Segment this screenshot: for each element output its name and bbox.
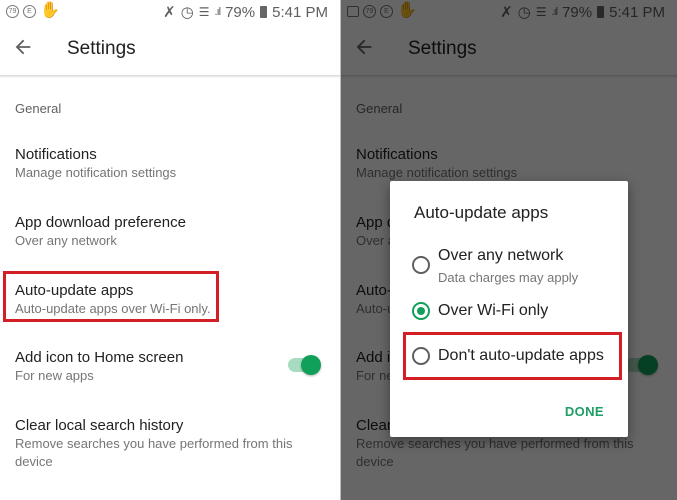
setting-clear-search-history[interactable]: Clear local search history Remove search… [15, 416, 300, 471]
add-icon-toggle[interactable] [288, 355, 321, 375]
alarm-icon: ◷ [180, 4, 194, 21]
option-label[interactable]: Over any network [438, 247, 563, 265]
mute-icon: ✗ [163, 4, 176, 21]
battery-icon [260, 6, 268, 18]
clock: 5:41 PM [272, 3, 328, 21]
setting-subtitle: For new apps [15, 368, 94, 383]
app-bar: Settings [0, 24, 340, 76]
option-sublabel: Data charges may apply [438, 270, 579, 285]
setting-subtitle: Over any network [15, 233, 117, 248]
settings-screen: 79 E ✋ ✗ ◷ ☰ .ıl 79% 5:41 PM Settings Ge… [0, 0, 340, 500]
setting-subtitle: Manage notification settings [15, 165, 177, 180]
radio-over-any-network[interactable] [412, 256, 430, 274]
highlight-dont-auto-update [403, 332, 622, 380]
setting-title: Notifications [15, 146, 97, 163]
dialog-title: Auto-update apps [414, 203, 549, 222]
back-arrow-icon[interactable] [12, 36, 34, 58]
highlight-auto-update [3, 271, 219, 322]
notification-e-icon: E [23, 4, 36, 18]
setting-title: Add icon to Home screen [15, 349, 184, 366]
setting-app-download-preference[interactable]: App download preference Over any network [15, 213, 325, 250]
notification-badge-icon: 79 [6, 4, 19, 18]
setting-title: Clear local search history [15, 417, 184, 434]
section-header-general: General [15, 101, 62, 116]
radio-over-wifi-only[interactable] [412, 302, 430, 320]
option-label[interactable]: Over Wi-Fi only [438, 302, 548, 320]
app-bar-shadow [0, 75, 340, 78]
status-bar: 79 E ✋ ✗ ◷ ☰ .ıl 79% 5:41 PM [0, 0, 340, 24]
hand-gesture-icon: ✋ [40, 2, 60, 19]
battery-percent: 79% [225, 3, 256, 21]
auto-update-dialog: Auto-update apps Over any network Data c… [390, 181, 628, 437]
page-title: Settings [67, 38, 136, 59]
done-button[interactable]: DONE [565, 404, 604, 419]
wifi-icon: ☰ [198, 5, 210, 19]
settings-screen-with-dialog: 79 E ✋ ✗ ◷ ☰ .ıl 79% 5:41 PM Settings Ge… [341, 0, 677, 500]
setting-notifications[interactable]: Notifications Manage notification settin… [15, 145, 325, 182]
setting-subtitle: Remove searches you have performed from … [15, 436, 293, 469]
signal-icon: .ıl [214, 6, 221, 18]
setting-title: App download preference [15, 214, 186, 231]
setting-add-icon-home[interactable]: Add icon to Home screen For new apps [15, 348, 325, 385]
toggle-thumb [301, 355, 321, 375]
